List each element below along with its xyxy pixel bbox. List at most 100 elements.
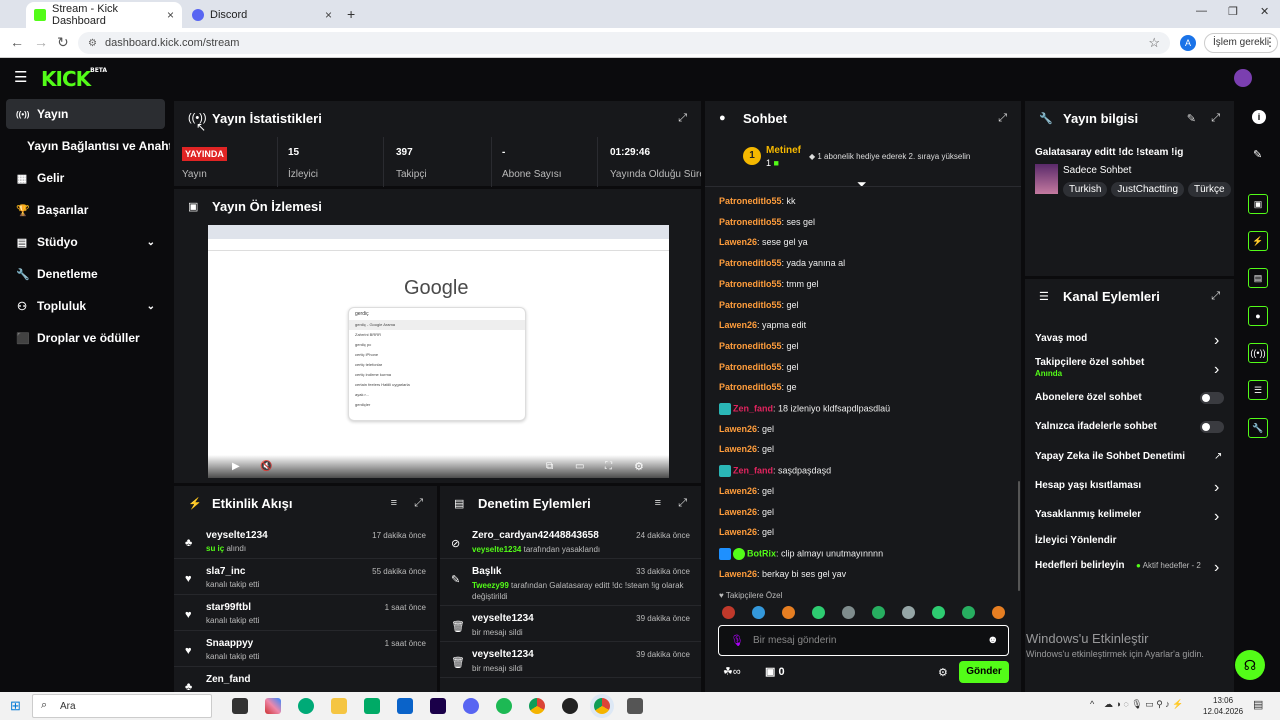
emoji-icon[interactable]: ☻ bbox=[987, 634, 999, 646]
activity-row[interactable]: ♥ star99ftbl kanalı takip etti 1 saat önce bbox=[174, 595, 437, 631]
chat-message[interactable]: Patroneditlo55: ge bbox=[719, 382, 797, 392]
moderation-row[interactable]: ⊘ Zero_cardyan42448843658 veyselte1234 tar… bbox=[440, 523, 701, 559]
after-effects-icon[interactable] bbox=[430, 698, 446, 714]
moderation-moderator[interactable]: Tweezy99 bbox=[472, 581, 509, 590]
close-window-button[interactable]: ✕ bbox=[1260, 5, 1269, 18]
activity-user[interactable]: Zen_fand bbox=[206, 674, 250, 685]
browser-menu-icon[interactable]: ⋮ bbox=[1264, 35, 1276, 49]
profile-avatar[interactable]: A bbox=[1180, 35, 1196, 51]
forward-icon[interactable]: → bbox=[34, 34, 48, 50]
channel-action-label[interactable]: Hesap yaşı kısıtlaması bbox=[1035, 480, 1141, 491]
send-button[interactable]: Gönder bbox=[959, 661, 1009, 683]
expand-icon[interactable]: ⤢ bbox=[414, 497, 423, 510]
channel-action-label[interactable]: Yasaklanmış kelimeler bbox=[1035, 509, 1141, 520]
emote-icon[interactable] bbox=[812, 606, 825, 619]
tray-icons[interactable]: ☁ ◑ ◌ 🎙 ▭ ⚲ ♪ ⚡ bbox=[1104, 699, 1184, 710]
chat-message[interactable]: Lawen26: yapma edit bbox=[719, 320, 806, 330]
sidebar-item-4[interactable]: 🏆 Başarılar bbox=[6, 195, 165, 225]
spotify-icon[interactable] bbox=[496, 698, 512, 714]
chat-username[interactable]: Zen_fand bbox=[733, 465, 773, 475]
rail-lightning-icon[interactable]: ⚡ bbox=[1248, 231, 1268, 251]
site-info-icon[interactable]: ⚙ bbox=[88, 38, 97, 49]
moderation-target[interactable]: veyselte1234 bbox=[472, 649, 534, 660]
activity-user[interactable]: star99ftbl bbox=[206, 602, 251, 613]
emote-icon[interactable] bbox=[752, 606, 765, 619]
emote-icon[interactable] bbox=[842, 606, 855, 619]
chat-message[interactable]: Lawen26: gel bbox=[719, 424, 774, 434]
emote-icon[interactable] bbox=[902, 606, 915, 619]
maximize-button[interactable]: ❐ bbox=[1228, 5, 1238, 18]
taskbar-search[interactable]: ⌕ Ara bbox=[32, 694, 212, 718]
chevron-right-icon[interactable]: › bbox=[1214, 479, 1219, 497]
edit-pencil-icon[interactable]: ✎ bbox=[1187, 112, 1196, 125]
chat-message[interactable]: Lawen26: gel bbox=[719, 507, 774, 517]
chat-username[interactable]: Patroneditlo55 bbox=[719, 279, 782, 289]
emote-icon[interactable] bbox=[722, 606, 735, 619]
tag-chip[interactable]: Türkçe bbox=[1188, 182, 1231, 197]
tab-kick-dashboard[interactable]: Stream - Kick Dashboard × bbox=[26, 2, 182, 28]
expand-icon[interactable]: ⤢ bbox=[1211, 112, 1220, 125]
discord-taskbar-icon[interactable] bbox=[463, 698, 479, 714]
activity-row[interactable]: ♥ Snaappyy kanalı takip etti 1 saat önce bbox=[174, 631, 437, 667]
chat-username[interactable]: Patroneditlo55 bbox=[719, 217, 782, 227]
chat-input[interactable]: 🎙 Bir mesaj gönderin ☻ bbox=[718, 625, 1009, 656]
channel-action-label[interactable]: Hedefleri belirleyin bbox=[1035, 560, 1124, 571]
rail-broadcast-icon[interactable]: ((•)) bbox=[1248, 343, 1268, 363]
moderation-target[interactable]: Zero_cardyan42448843658 bbox=[472, 530, 599, 541]
rail-chat-icon[interactable]: ● bbox=[1248, 306, 1268, 326]
external-link-icon[interactable]: ↗ bbox=[1214, 451, 1222, 462]
fullscreen-icon[interactable]: ⛶ bbox=[605, 461, 612, 472]
activity-user[interactable]: veyselte1234 bbox=[206, 530, 268, 541]
filter-icon[interactable]: ≡ bbox=[391, 497, 397, 509]
chat-username[interactable]: Patroneditlo55 bbox=[719, 258, 782, 268]
chat-message[interactable]: Patroneditlo55: gel bbox=[719, 341, 799, 351]
windows-start-icon[interactable]: ⊞ bbox=[10, 698, 21, 714]
support-headset-icon[interactable]: ☊ bbox=[1235, 650, 1265, 680]
microphone-icon[interactable]: 🎙 bbox=[730, 634, 744, 647]
chat-message[interactable]: Patroneditlo55: kk bbox=[719, 196, 796, 206]
filter-icon[interactable]: ≡ bbox=[655, 497, 661, 509]
minimize-button[interactable]: — bbox=[1196, 5, 1207, 17]
emote-icon[interactable] bbox=[872, 606, 885, 619]
chat-username[interactable]: Patroneditlo55 bbox=[719, 196, 782, 206]
chat-message[interactable]: Lawen26: sese gel ya bbox=[719, 237, 808, 247]
emote-icon[interactable] bbox=[932, 606, 945, 619]
chat-message[interactable]: Lawen26: gel bbox=[719, 527, 774, 537]
outlook-icon[interactable] bbox=[397, 698, 413, 714]
chat-message[interactable]: Patroneditlo55: yada yanına al bbox=[719, 258, 845, 268]
channel-action-label[interactable]: Yavaş mod bbox=[1035, 333, 1087, 344]
kick-logo[interactable]: KICKBETA bbox=[41, 67, 107, 91]
edit-pencil-icon[interactable]: ✎ bbox=[1253, 148, 1262, 161]
chat-message[interactable]: Lawen26: berkay bi ses gel yav bbox=[719, 569, 846, 579]
hamburger-menu-icon[interactable]: ☰ bbox=[14, 68, 27, 86]
chat-username[interactable]: Patroneditlo55 bbox=[719, 341, 782, 351]
emote-icon[interactable] bbox=[992, 606, 1005, 619]
activity-user[interactable]: Snaappyy bbox=[206, 638, 253, 649]
pip-icon[interactable]: ⧉ bbox=[546, 461, 553, 472]
play-icon[interactable]: ▶ bbox=[232, 461, 240, 472]
chevron-right-icon[interactable]: › bbox=[1214, 332, 1219, 350]
chat-message[interactable]: Patroneditlo55: ses gel bbox=[719, 217, 815, 227]
sidebar-item-7[interactable]: ⚇ Topluluk ⌄ bbox=[6, 291, 165, 321]
url-field[interactable]: ⚙ dashboard.kick.com/stream ☆ bbox=[78, 32, 1170, 54]
expand-icon[interactable]: ⤢ bbox=[678, 497, 687, 510]
emote-icon[interactable] bbox=[962, 606, 975, 619]
chat-username[interactable]: Lawen26 bbox=[719, 424, 757, 434]
expand-icon[interactable]: ⤢ bbox=[678, 112, 687, 125]
store-icon[interactable] bbox=[364, 698, 380, 714]
chat-username[interactable]: Zen_fand bbox=[733, 403, 773, 413]
clock-date[interactable]: 12.04.2026 bbox=[1203, 707, 1243, 716]
tab-discord[interactable]: Discord × bbox=[184, 2, 340, 28]
app-icon[interactable] bbox=[627, 698, 643, 714]
pinned-user[interactable]: Metinef bbox=[766, 145, 801, 156]
sidebar-item-3[interactable]: ▦ Gelir bbox=[6, 163, 165, 193]
sidebar-item-1[interactable]: ((•)) Yayın bbox=[6, 99, 165, 129]
sidebar-item-6[interactable]: 🔧 Denetleme bbox=[6, 259, 165, 289]
chevron-down-icon[interactable]: ⌄ bbox=[147, 237, 155, 248]
gift-subs-counter[interactable]: ▣ 0 bbox=[765, 665, 785, 678]
mute-icon[interactable]: 🔇 bbox=[260, 461, 272, 472]
points-icon[interactable]: ☘∞ bbox=[723, 665, 741, 678]
rail-preview-icon[interactable]: ▣ bbox=[1248, 194, 1268, 214]
collapse-pinned-icon[interactable]: ⏷ bbox=[857, 177, 867, 192]
chrome-active-icon[interactable] bbox=[594, 698, 610, 714]
